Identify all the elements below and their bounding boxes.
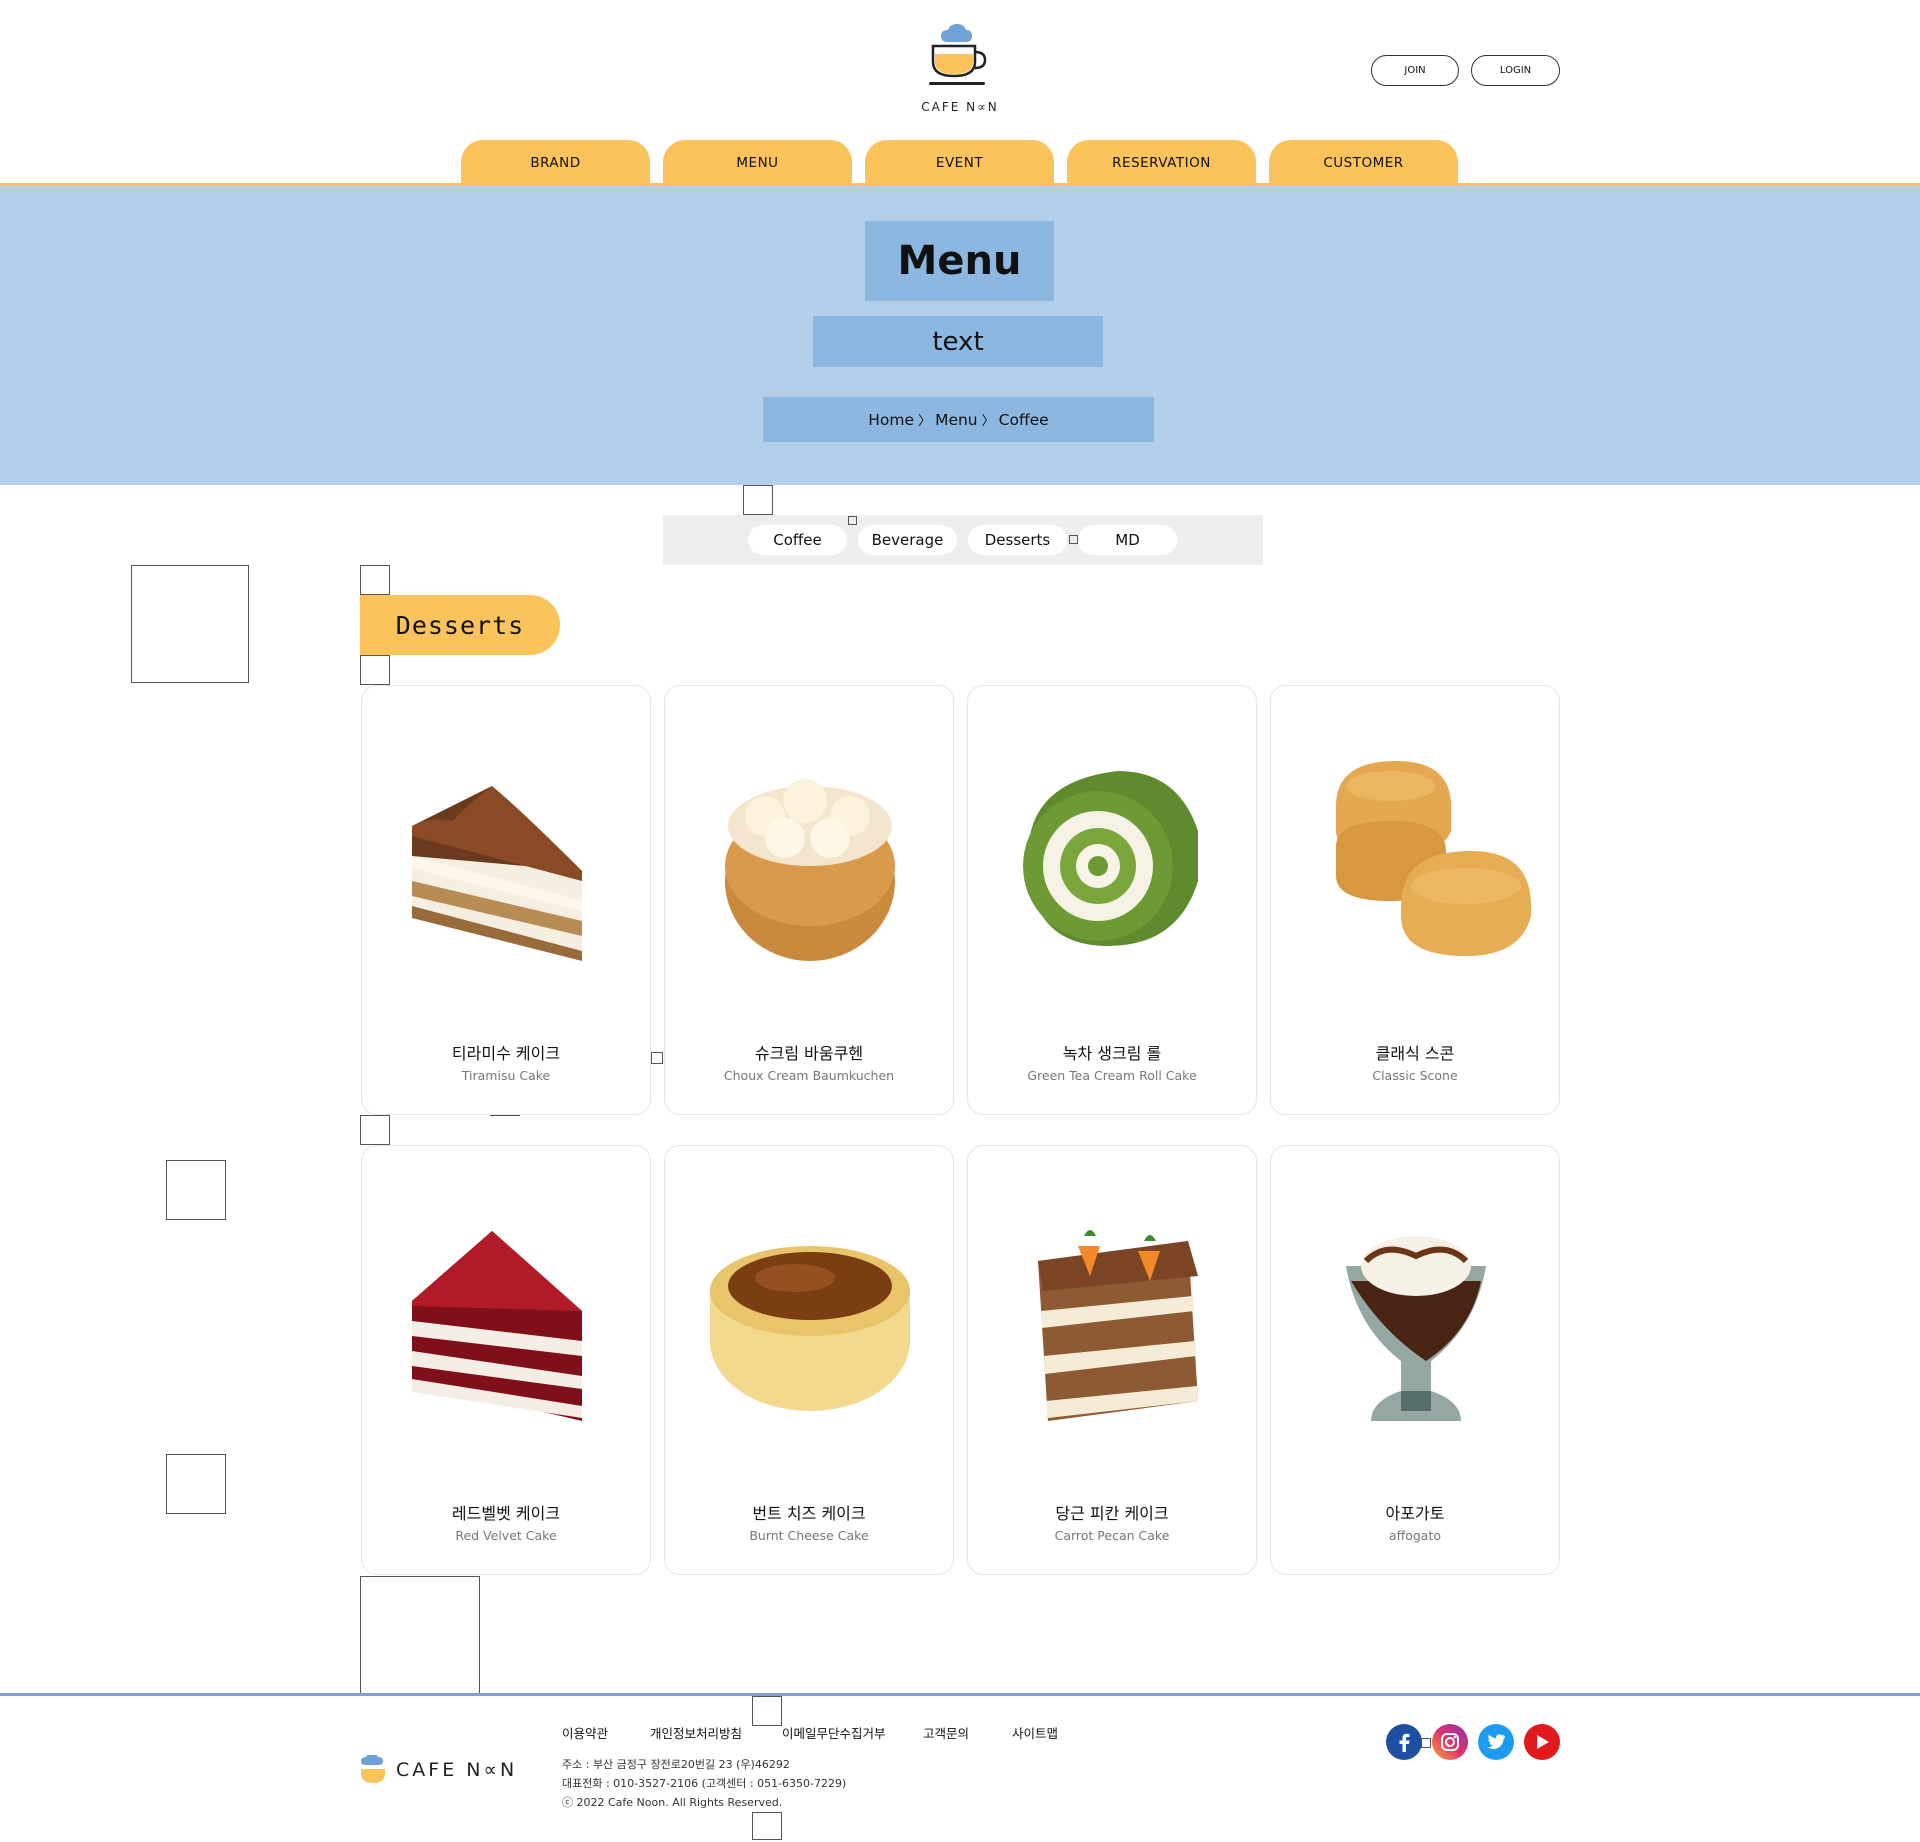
product-name-en: Carrot Pecan Cake xyxy=(1054,1528,1170,1543)
footer-address: 주소 : 부산 금정구 장전로20번길 23 (우)46292 xyxy=(562,1758,790,1771)
product-name-ko: 아포가토 xyxy=(1385,1504,1445,1523)
placeholder-box xyxy=(360,655,390,685)
footer-info: 주소 : 부산 금정구 장전로20번길 23 (우)46292 대표전화 : 0… xyxy=(562,1755,846,1812)
burnt-cheese-cake-image xyxy=(710,1246,910,1411)
product-card[interactable]: 레드벨벳 케이크 Red Velvet Cake xyxy=(361,1145,651,1575)
join-button[interactable]: JOIN xyxy=(1371,55,1459,86)
footer-phone: 대표전화 : 010-3527-2106 (고객센터 : 051-6350-72… xyxy=(562,1777,847,1790)
breadcrumb-separator: 〉 xyxy=(981,414,995,429)
product-name-en: Choux Cream Baumkuchen xyxy=(723,1068,895,1083)
breadcrumb-menu[interactable]: Menu xyxy=(935,411,978,429)
placeholder-box xyxy=(360,1576,480,1696)
tab-md[interactable]: MD xyxy=(1078,525,1177,555)
instagram-icon[interactable] xyxy=(1432,1724,1468,1760)
product-card[interactable]: 녹차 생크림 롤 Green Tea Cream Roll Cake xyxy=(967,685,1257,1115)
footer-logo[interactable]: CAFE N∝N xyxy=(360,1755,517,1785)
footer-link-email-policy[interactable]: 이메일무단수집거부 xyxy=(782,1723,886,1742)
tiramisu-cake-image xyxy=(412,786,582,961)
product-name-ko: 슈크림 바움쿠헨 xyxy=(754,1044,864,1063)
placeholder-box xyxy=(360,565,390,595)
product-card[interactable]: 번트 치즈 케이크 Burnt Cheese Cake xyxy=(664,1145,954,1575)
product-name-ko: 레드벨벳 케이크 xyxy=(451,1504,561,1523)
placeholder-box xyxy=(651,1052,663,1064)
site-logo[interactable]: CAFE N∝N xyxy=(920,20,1000,114)
placeholder-box xyxy=(131,565,249,683)
login-button[interactable]: LOGIN xyxy=(1471,55,1560,86)
facebook-icon[interactable] xyxy=(1386,1724,1422,1760)
product-name-en: Burnt Cheese Cake xyxy=(749,1528,869,1543)
breadcrumb-separator: 〉 xyxy=(918,414,932,429)
green-tea-roll-image xyxy=(1023,771,1198,946)
product-name-en: affogato xyxy=(1388,1528,1442,1543)
footer-logo-text: CAFE N∝N xyxy=(396,1759,518,1781)
product-name-en: Classic Scone xyxy=(1372,1068,1458,1083)
product-name-en: Green Tea Cream Roll Cake xyxy=(1027,1068,1197,1083)
product-card[interactable]: 당근 피칸 케이크 Carrot Pecan Cake xyxy=(967,1145,1257,1575)
hero-banner: Menu text Home 〉 Menu 〉 Coffee xyxy=(0,186,1920,485)
footer-link-contact[interactable]: 고객문의 xyxy=(923,1723,969,1742)
section-title-desserts: Desserts xyxy=(360,595,560,655)
product-name-en: Tiramisu Cake xyxy=(461,1068,551,1083)
youtube-icon[interactable] xyxy=(1524,1724,1560,1760)
nav-item-brand[interactable]: BRAND xyxy=(461,140,650,185)
youtube-play-icon xyxy=(1537,1735,1549,1749)
placeholder-box xyxy=(360,1115,390,1145)
nav-item-event[interactable]: EVENT xyxy=(865,140,1054,185)
product-card[interactable]: 아포가토 affogato xyxy=(1270,1145,1560,1575)
main-nav: BRAND MENU EVENT RESERVATION CUSTOMER xyxy=(0,140,1920,185)
facebook-glyph-icon xyxy=(1399,1733,1410,1752)
tab-coffee[interactable]: Coffee xyxy=(748,525,847,555)
product-card[interactable]: 슈크림 바움쿠헨 Choux Cream Baumkuchen xyxy=(664,685,954,1115)
product-name-ko: 번트 치즈 케이크 xyxy=(752,1504,866,1523)
breadcrumb: Home 〉 Menu 〉 Coffee xyxy=(763,397,1154,442)
footer-link-terms[interactable]: 이용약관 xyxy=(562,1723,608,1742)
footer-divider xyxy=(0,1693,1920,1696)
placeholder-box xyxy=(752,1696,782,1726)
nav-item-reservation[interactable]: RESERVATION xyxy=(1067,140,1256,185)
footer-copyright: ⓒ 2022 Cafe Noon. All Rights Reserved. xyxy=(562,1796,783,1809)
product-name-ko: 클래식 스콘 xyxy=(1375,1044,1455,1063)
product-name-ko: 당근 피칸 케이크 xyxy=(1055,1504,1169,1523)
footer-link-sitemap[interactable]: 사이트맵 xyxy=(1012,1723,1058,1742)
product-card[interactable]: 클래식 스콘 Classic Scone xyxy=(1270,685,1560,1115)
page-title: Menu xyxy=(865,221,1054,301)
placeholder-box xyxy=(1069,535,1078,544)
scone-image xyxy=(1336,761,1531,956)
cup-cloud-icon xyxy=(361,1755,385,1783)
red-velvet-cake-image xyxy=(412,1231,582,1421)
placeholder-box xyxy=(743,485,773,515)
nav-item-menu[interactable]: MENU xyxy=(663,140,852,185)
tab-desserts[interactable]: Desserts xyxy=(968,525,1067,555)
page-subtitle: text xyxy=(813,316,1103,367)
tab-beverage[interactable]: Beverage xyxy=(858,525,957,555)
placeholder-box xyxy=(166,1454,226,1514)
placeholder-box xyxy=(166,1160,226,1220)
logo-text: CAFE N∝N xyxy=(921,100,999,114)
product-card[interactable]: 티라미수 케이크 Tiramisu Cake xyxy=(361,685,651,1115)
nav-item-customer[interactable]: CUSTOMER xyxy=(1269,140,1458,185)
category-tabs: Coffee Beverage Desserts MD xyxy=(663,515,1263,565)
product-name-ko: 티라미수 케이크 xyxy=(451,1044,561,1063)
breadcrumb-coffee[interactable]: Coffee xyxy=(999,411,1049,429)
footer-link-privacy[interactable]: 개인정보처리방침 xyxy=(650,1723,742,1742)
breadcrumb-home[interactable]: Home xyxy=(868,411,914,429)
affogato-image xyxy=(1346,1236,1486,1421)
placeholder-box xyxy=(848,516,857,525)
product-name-ko: 녹차 생크림 롤 xyxy=(1062,1044,1162,1063)
placeholder-box xyxy=(752,1812,782,1840)
placeholder-box xyxy=(1421,1738,1431,1748)
twitter-icon[interactable] xyxy=(1478,1724,1514,1760)
twitter-glyph-icon xyxy=(1487,1734,1505,1750)
carrot-pecan-cake-image xyxy=(1038,1230,1198,1421)
product-name-en: Red Velvet Cake xyxy=(455,1528,557,1543)
choux-baumkuchen-image xyxy=(725,779,895,961)
coffee-cup-logo-icon xyxy=(929,24,987,85)
instagram-glyph-icon xyxy=(1441,1733,1459,1751)
